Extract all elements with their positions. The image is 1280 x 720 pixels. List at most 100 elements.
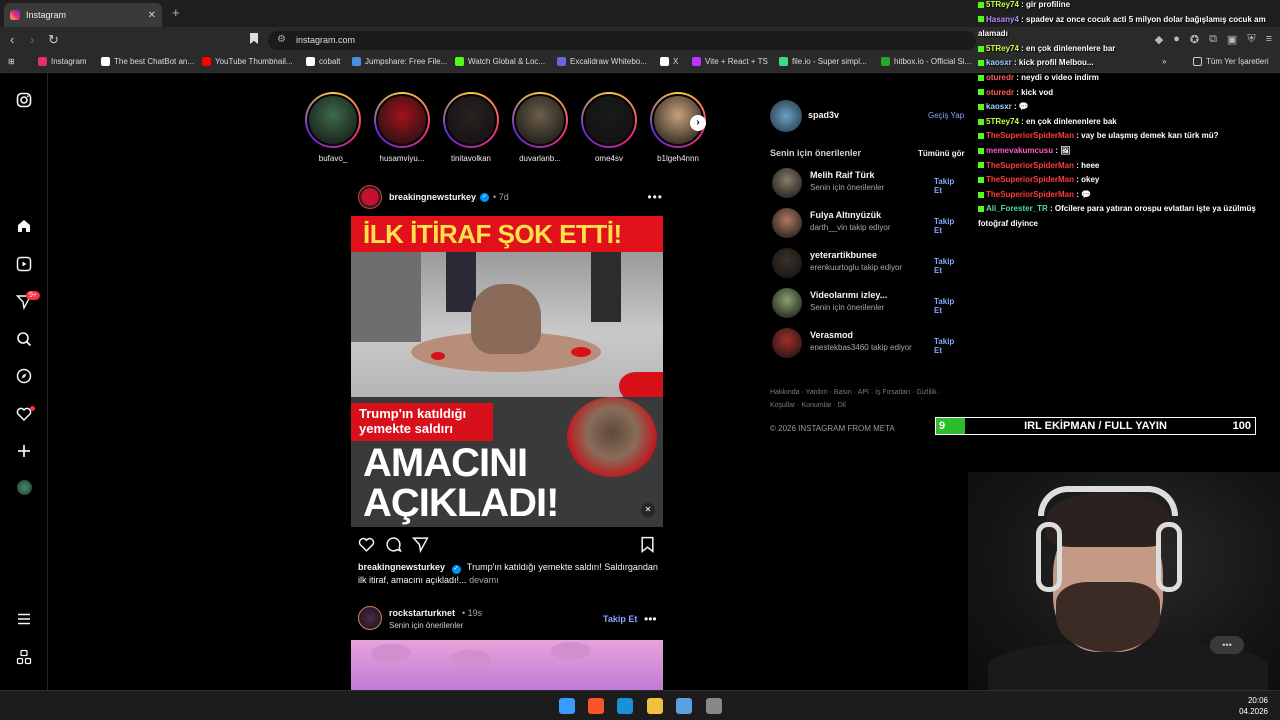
- apps-grid-icon[interactable]: ⊞: [8, 57, 15, 66]
- home-icon[interactable]: [16, 218, 32, 234]
- post-author-name[interactable]: breakingnewsturkey: [389, 192, 476, 202]
- post-more-options-icon[interactable]: •••: [647, 190, 663, 204]
- post2-more-options-icon[interactable]: •••: [644, 612, 657, 626]
- reels-icon[interactable]: [16, 256, 32, 272]
- follow-button[interactable]: Takip Et: [934, 257, 964, 275]
- mute-audio-icon[interactable]: ✕: [641, 503, 655, 517]
- bookmark-item[interactable]: Vite + React + TS: [692, 57, 768, 66]
- more-menu-icon[interactable]: [16, 611, 32, 627]
- post2-follow-button[interactable]: Takip Et: [603, 614, 637, 624]
- suggestion-username[interactable]: Melih Raif Türk: [810, 170, 875, 180]
- bookmark-item[interactable]: Excalidraw Whitebo...: [557, 57, 647, 66]
- bookmark-item[interactable]: Instagram: [38, 57, 87, 66]
- follow-button[interactable]: Takip Et: [934, 177, 964, 195]
- file-explorer-icon[interactable]: [647, 698, 663, 714]
- forward-arrow-icon[interactable]: ›: [30, 32, 34, 47]
- bookmark-item[interactable]: The best ChatBot an...: [101, 57, 194, 66]
- see-all-suggestions-link[interactable]: Tümünü gör: [918, 149, 965, 158]
- post2-subtitle: Senin için önerilenler: [389, 621, 464, 630]
- system-clock[interactable]: 20:06 04.2026: [1239, 695, 1268, 717]
- bookmark-item[interactable]: file.io - Super simpl...: [779, 57, 867, 66]
- suggestion-username[interactable]: yeterartikbunee: [810, 250, 877, 260]
- menu-icon[interactable]: ≡: [1266, 33, 1272, 46]
- bookmark-item[interactable]: X: [660, 57, 678, 66]
- chat-username: 5TRey74: [986, 43, 1019, 53]
- bookmark-item[interactable]: Jumpshare: Free File...: [352, 57, 447, 66]
- story-item[interactable]: ome4sv: [581, 92, 637, 163]
- new-tab-button[interactable]: +: [172, 5, 180, 20]
- extensions-puzzle-icon[interactable]: ⧉: [1209, 33, 1217, 46]
- follow-button[interactable]: Takip Et: [934, 337, 964, 355]
- like-heart-icon[interactable]: [358, 536, 375, 557]
- suggestion-avatar[interactable]: [772, 208, 802, 238]
- create-plus-icon[interactable]: [16, 443, 32, 459]
- brave-browser-icon[interactable]: [588, 698, 604, 714]
- suggestion-username[interactable]: Verasmod: [810, 330, 853, 340]
- suggestion-avatar[interactable]: [772, 288, 802, 318]
- profile-avatar-icon[interactable]: [16, 480, 32, 496]
- follow-button[interactable]: Takip Et: [934, 297, 964, 315]
- shield-icon[interactable]: ⛨: [1247, 33, 1255, 46]
- follow-button[interactable]: Takip Et: [934, 217, 964, 235]
- share-icon[interactable]: [411, 536, 429, 557]
- pc-app-icon[interactable]: [676, 698, 692, 714]
- caption-author[interactable]: breakingnewsturkey: [358, 562, 445, 572]
- suggestion-username[interactable]: Videolarımı izley...: [810, 290, 887, 300]
- back-arrow-icon[interactable]: ‹: [10, 32, 14, 47]
- post-image[interactable]: İLK İTİRAF ŞOK ETTİ! Trump'ın katıldığı …: [351, 216, 663, 527]
- save-bookmark-icon[interactable]: [640, 536, 655, 557]
- instagram-logo-icon[interactable]: [16, 92, 32, 108]
- bookmark-label: file.io - Super simpl...: [792, 57, 867, 66]
- sidebar-panel-icon[interactable]: ▣: [1227, 33, 1237, 46]
- chat-username: TheSuperiorSpiderMan: [986, 131, 1075, 141]
- suggestion-avatar[interactable]: [772, 248, 802, 278]
- post-author-avatar[interactable]: [358, 185, 382, 209]
- my-profile-avatar[interactable]: [770, 100, 802, 132]
- bookmark-item[interactable]: YouTube Thumbnail...: [202, 57, 293, 66]
- suggestion-username[interactable]: Fulya Altınyüzük: [810, 210, 881, 220]
- messages-badge: 9+: [26, 291, 40, 300]
- search-icon[interactable]: [16, 331, 32, 347]
- bookmark-item[interactable]: Watch Global & Loc...: [455, 57, 545, 66]
- windows-start-icon[interactable]: [559, 698, 575, 714]
- comment-icon[interactable]: [385, 536, 402, 557]
- bookmark-favicon-icon: [881, 57, 890, 66]
- extension-icon[interactable]: ✪: [1190, 33, 1199, 46]
- all-bookmarks-folder[interactable]: Tüm Yer İşaretleri: [1193, 57, 1269, 66]
- steam-icon[interactable]: [617, 698, 633, 714]
- chat-message: oturedr : kick vod: [978, 88, 1053, 97]
- story-item[interactable]: duvarlanb...: [512, 92, 568, 163]
- site-info-icon[interactable]: ⚙: [277, 34, 286, 45]
- post2-author-name[interactable]: rockstarturknet: [389, 608, 455, 618]
- story-avatar: [307, 94, 359, 146]
- switch-account-button[interactable]: Geçiş Yap: [928, 111, 964, 120]
- chat-text: 💬: [1081, 189, 1092, 199]
- browser-tab-instagram[interactable]: Instagram ✕: [4, 3, 162, 27]
- extension-icon[interactable]: ◆: [1155, 33, 1163, 46]
- chat-message: alamadı: [978, 29, 1008, 38]
- suggestion-avatar[interactable]: [772, 328, 802, 358]
- story-item[interactable]: husamviyu...: [374, 92, 430, 163]
- suggestion-context: darth__vin takip ediyor: [810, 223, 891, 232]
- bookmark-item[interactable]: hitbox.io - Official Si...: [881, 57, 971, 66]
- post2-author-avatar[interactable]: [358, 606, 382, 630]
- post2-image[interactable]: [351, 640, 663, 690]
- close-tab-icon[interactable]: ✕: [148, 10, 156, 21]
- stories-next-arrow-icon[interactable]: ›: [690, 115, 706, 131]
- bookmark-page-icon[interactable]: [250, 33, 258, 44]
- suggestion-avatar[interactable]: [772, 168, 802, 198]
- caption-more-link[interactable]: devamı: [469, 575, 499, 585]
- also-from-meta-icon[interactable]: [16, 649, 32, 665]
- footer-links[interactable]: Hakkında · Yardım · Basın · API · İş Fır…: [770, 386, 960, 412]
- story-item[interactable]: tinitavolkan: [443, 92, 499, 163]
- bookmarks-overflow-icon[interactable]: »: [1162, 57, 1166, 66]
- reload-icon[interactable]: ↻: [48, 32, 59, 48]
- bookmark-item[interactable]: cobalt: [306, 57, 340, 66]
- story-item[interactable]: bufavo_: [305, 92, 361, 163]
- obs-icon[interactable]: [706, 698, 722, 714]
- extension-icon[interactable]: ●: [1173, 33, 1180, 46]
- chat-text: fotoğraf diyince: [978, 219, 1039, 228]
- address-bar[interactable]: ⚙ instagram.com: [268, 31, 976, 50]
- my-username[interactable]: spad3v: [808, 110, 839, 120]
- explore-compass-icon[interactable]: [16, 368, 32, 384]
